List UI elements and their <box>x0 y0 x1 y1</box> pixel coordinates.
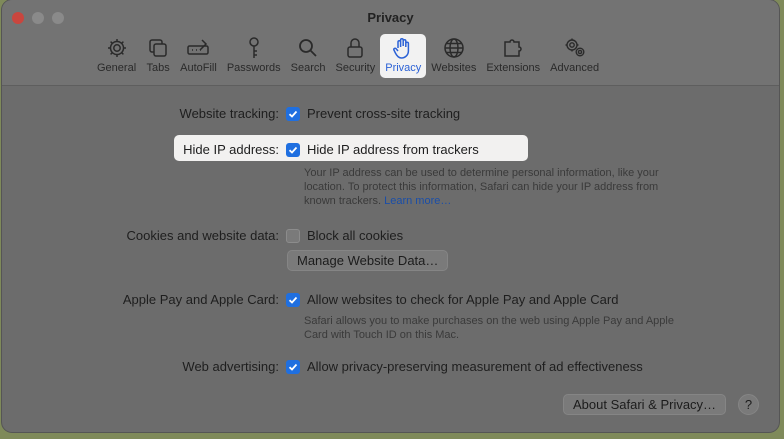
tab-tabs[interactable]: Tabs <box>141 34 175 78</box>
autofill-icon <box>187 39 210 55</box>
tab-passwords[interactable]: Passwords <box>222 34 286 78</box>
lock-icon <box>347 38 364 58</box>
tab-search[interactable]: Search <box>286 34 331 78</box>
block-all-cookies-text: Block all cookies <box>307 228 404 243</box>
tab-security-label: Security <box>335 62 376 74</box>
apple-pay-text: Allow websites to check for Apple Pay an… <box>307 292 619 307</box>
help-button[interactable]: ? <box>738 394 759 415</box>
tab-advanced[interactable]: Advanced <box>545 34 604 78</box>
tab-privacy[interactable]: Privacy <box>380 34 427 78</box>
manage-website-data-button[interactable]: Manage Website Data… <box>287 250 449 271</box>
tab-general-label: General <box>97 62 137 74</box>
privacy-pane: Website tracking: Prevent cross-site tra… <box>2 87 779 432</box>
prevent-cross-site-tracking-checkbox[interactable] <box>286 107 300 121</box>
tab-websites[interactable]: Websites <box>426 34 481 78</box>
gears-icon <box>565 38 585 57</box>
preferences-toolbar: General Tabs AutoFill Passwords Search S… <box>92 34 604 80</box>
titlebar: Privacy General Tabs AutoFill Passwords … <box>2 0 779 86</box>
tab-privacy-label: Privacy <box>385 62 422 74</box>
hide-ip-checkbox[interactable] <box>286 143 300 157</box>
tab-search-label: Search <box>290 62 326 74</box>
cookies-label: Cookies and website data: <box>126 228 279 243</box>
tab-extensions[interactable]: Extensions <box>481 34 545 78</box>
hide-ip-text: Hide IP address from trackers <box>307 142 479 157</box>
hide-ip-label: Hide IP address: <box>183 142 279 157</box>
checkmark-icon <box>288 146 298 154</box>
key-icon <box>248 37 259 58</box>
checkmark-icon <box>288 363 298 371</box>
hide-ip-description: Your IP address can be used to determine… <box>304 166 674 208</box>
checkmark-icon <box>288 110 298 118</box>
tab-advanced-label: Advanced <box>550 62 600 74</box>
learn-more-link[interactable]: Learn more… <box>384 195 451 207</box>
puzzle-icon <box>504 39 522 57</box>
gear-icon <box>107 39 126 57</box>
website-tracking-label: Website tracking: <box>179 106 279 121</box>
tab-extensions-label: Extensions <box>486 62 541 74</box>
tab-autofill[interactable]: AutoFill <box>175 34 222 78</box>
tab-general[interactable]: General <box>92 34 141 78</box>
tab-passwords-label: Passwords <box>226 62 281 74</box>
ad-measurement-text: Allow privacy-preserving measurement of … <box>307 359 643 374</box>
ad-measurement-checkbox[interactable] <box>286 360 300 374</box>
search-icon <box>299 39 317 57</box>
tabs-icon <box>149 39 167 57</box>
block-all-cookies-checkbox[interactable] <box>286 229 300 243</box>
prevent-cross-site-tracking-text: Prevent cross-site tracking <box>307 106 461 121</box>
apple-pay-description: Safari allows you to make purchases on t… <box>304 315 674 341</box>
tab-websites-label: Websites <box>431 62 477 74</box>
tab-tabs-label: Tabs <box>146 62 170 74</box>
tab-autofill-label: AutoFill <box>180 62 217 74</box>
hide-ip-description-text: Your IP address can be used to determine… <box>304 167 659 207</box>
about-safari-privacy-button[interactable]: About Safari & Privacy… <box>563 394 727 415</box>
checkmark-icon <box>288 296 298 304</box>
globe-icon <box>444 38 464 58</box>
window-title: Privacy <box>367 10 414 25</box>
preferences-window: Privacy General Tabs AutoFill Passwords … <box>2 0 779 432</box>
apple-pay-label: Apple Pay and Apple Card: <box>122 292 279 307</box>
apple-pay-checkbox[interactable] <box>286 293 300 307</box>
web-advertising-label: Web advertising: <box>182 359 279 374</box>
hand-icon <box>393 38 410 59</box>
tab-security[interactable]: Security <box>330 34 380 78</box>
